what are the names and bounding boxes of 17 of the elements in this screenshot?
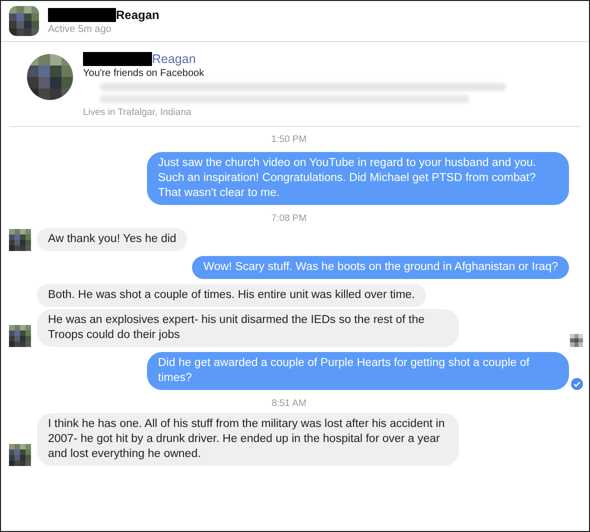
received-message: I think he has one. All of his stuff from the military was lost after his accident in 2007- he got hit by a drunk driver. He ended up in the hospital for over a year and lost everything he owned. [37,413,459,466]
timestamp: 1:50 PM [271,134,307,145]
sent-message: Did he get awarded a couple of Purple Hearts for getting shot a couple of times? [147,352,569,390]
received-message: Aw thank you! Yes he did [37,228,188,251]
received-message: He was an explosives expert- his unit disarmed the IEDs so the rest of the Troops could do their jobs [37,309,459,347]
profile-name[interactable]: Reagan [152,52,196,66]
friend-status: You're friends on Facebook [83,68,206,79]
redaction-bar [48,8,116,22]
sent-message: Just saw the church video on YouTube in regard to your husband and you. Such an inspiration! Congratulations. Did Michael get PTSD from combat? That wasn't clear to me. [147,152,569,205]
timestamp: 7:08 PM [271,213,307,224]
received-message: Both. He was shot a couple of times. His entire unit was killed over time. [37,284,426,307]
sent-message: Wow! Scary stuff. Was he boots on the ground in Afghanistan or Iraq? [192,256,569,279]
active-status: Active 5m ago [48,24,112,34]
location-text: Lives in Trafalgar, Indiana [83,107,192,118]
contact-name[interactable]: Reagan [116,8,160,22]
timestamp: 8:51 AM [272,398,306,409]
redaction-bar [83,52,152,66]
